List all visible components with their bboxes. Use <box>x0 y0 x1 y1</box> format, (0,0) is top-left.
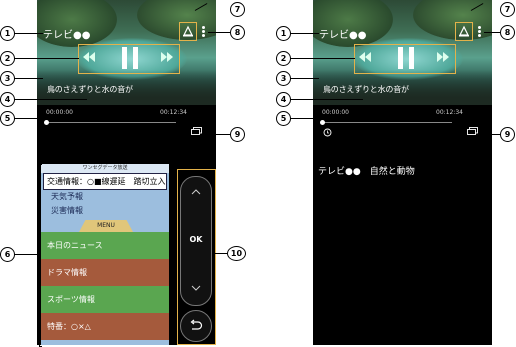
seek-bracket-left <box>40 106 181 128</box>
callout-10: 10 <box>227 246 246 261</box>
channel-title: テレビ●● <box>43 30 91 41</box>
callout-9: 9 <box>230 127 245 142</box>
callout-6: 6 <box>0 247 15 262</box>
menu-item-sports[interactable]: スポーツ情報 <box>41 286 169 313</box>
panel-bracket-left <box>39 164 42 347</box>
fullscreen-icon[interactable] <box>191 127 202 135</box>
callout-9-right: 9 <box>500 127 515 142</box>
callout-2: 2 <box>0 51 15 66</box>
callout-1: 1 <box>0 26 15 41</box>
seek-bar-right[interactable] <box>320 120 452 125</box>
menu-tab: MENU <box>41 220 169 232</box>
seek-thumb[interactable] <box>320 120 325 125</box>
program-info: テレビ●● 自然と動物 <box>318 167 415 177</box>
dpad-frame <box>177 169 216 345</box>
channel-title-right: テレビ●● <box>319 30 367 41</box>
data-broadcast-panel[interactable]: ワンセグデータ放送 交通情報：○■線遅延 踏切立入 天気予報 災害情報 MENU… <box>41 164 169 345</box>
menu-item-news[interactable]: 本日のニュース <box>41 232 169 259</box>
callout-4: 4 <box>0 92 15 107</box>
more-menu-icon[interactable] <box>478 26 482 38</box>
subtitle-text: 鳥のさえずりと水の音が <box>47 85 133 94</box>
callout-5: 5 <box>0 111 15 126</box>
callout-3-right: 3 <box>276 71 291 86</box>
time-total-right: 00:12:34 <box>436 109 463 116</box>
rotate-icon[interactable] <box>323 128 332 137</box>
callout-1-right: 1 <box>276 26 291 41</box>
seek-bracket-right <box>316 106 319 130</box>
menu-tab-label: MENU <box>79 220 133 232</box>
callout-3: 3 <box>0 71 15 86</box>
weather-link[interactable]: 天気予報 <box>41 190 169 204</box>
control-frame-right <box>354 44 456 74</box>
control-frame-left <box>78 44 180 74</box>
callout-8-right: 8 <box>500 25 515 40</box>
more-menu-icon[interactable] <box>202 26 206 38</box>
callout-8: 8 <box>230 25 245 40</box>
cast-frame-left <box>179 22 197 41</box>
fullscreen-icon[interactable] <box>467 127 478 135</box>
callout-7-right: 7 <box>500 2 515 17</box>
callout-2-right: 2 <box>276 51 291 66</box>
callout-7: 7 <box>230 2 245 17</box>
subtitle-text-right: 鳥のさえずりと水の音が <box>323 85 409 94</box>
menu-item-special[interactable]: 特番：○×△ <box>41 313 169 340</box>
cast-frame-right <box>455 22 473 41</box>
callout-4-right: 4 <box>276 92 291 107</box>
callout-5-right: 5 <box>276 111 291 126</box>
data-broadcast-header: ワンセグデータ放送 <box>41 164 169 173</box>
menu-item-drama[interactable]: ドラマ情報 <box>41 259 169 286</box>
time-elapsed-right: 00:00:00 <box>322 109 349 116</box>
traffic-info[interactable]: 交通情報：○■線遅延 踏切立入 <box>43 173 167 190</box>
disaster-link[interactable]: 災害情報 <box>41 204 169 218</box>
